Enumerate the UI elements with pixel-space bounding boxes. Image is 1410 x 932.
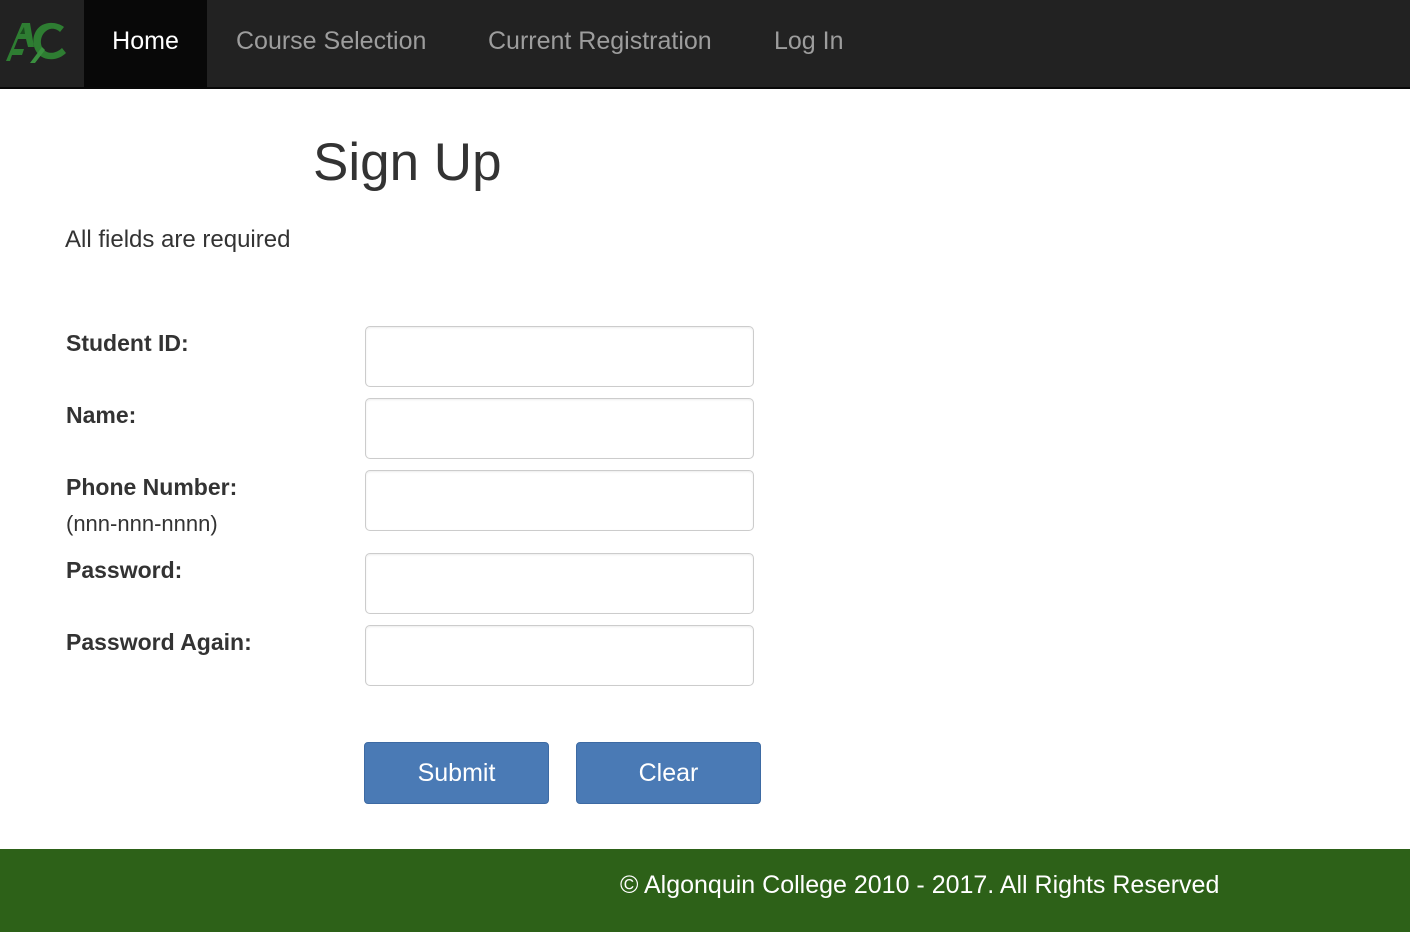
nav-home[interactable]: Home bbox=[84, 0, 207, 87]
phone-format-hint: (nnn-nnn-nnnn) bbox=[66, 511, 218, 536]
nav-current-registration[interactable]: Current Registration bbox=[488, 0, 712, 87]
college-logo[interactable] bbox=[0, 0, 84, 87]
page-title: Sign Up bbox=[313, 133, 502, 192]
top-navbar: Home Course Selection Current Registrati… bbox=[0, 0, 1410, 89]
copyright-text: © Algonquin College 2010 - 2017. All Rig… bbox=[620, 871, 1220, 899]
nav-course-selection[interactable]: Course Selection bbox=[236, 0, 426, 87]
student-id-label: Student ID: bbox=[66, 330, 189, 356]
phone-number-label: Phone Number: bbox=[66, 474, 238, 500]
password-label: Password: bbox=[66, 557, 183, 583]
nav-log-in[interactable]: Log In bbox=[774, 0, 844, 87]
name-input[interactable] bbox=[365, 398, 754, 459]
password-again-label: Password Again: bbox=[66, 629, 252, 655]
phone-number-input[interactable] bbox=[365, 470, 754, 531]
required-fields-note: All fields are required bbox=[65, 226, 291, 253]
ac-logo-icon bbox=[6, 22, 66, 63]
clear-button[interactable]: Clear bbox=[576, 742, 761, 804]
submit-button[interactable]: Submit bbox=[364, 742, 549, 804]
footer: © Algonquin College 2010 - 2017. All Rig… bbox=[0, 849, 1410, 932]
password-again-input[interactable] bbox=[365, 625, 754, 686]
name-label: Name: bbox=[66, 402, 137, 428]
student-id-input[interactable] bbox=[365, 326, 754, 387]
password-input[interactable] bbox=[365, 553, 754, 614]
